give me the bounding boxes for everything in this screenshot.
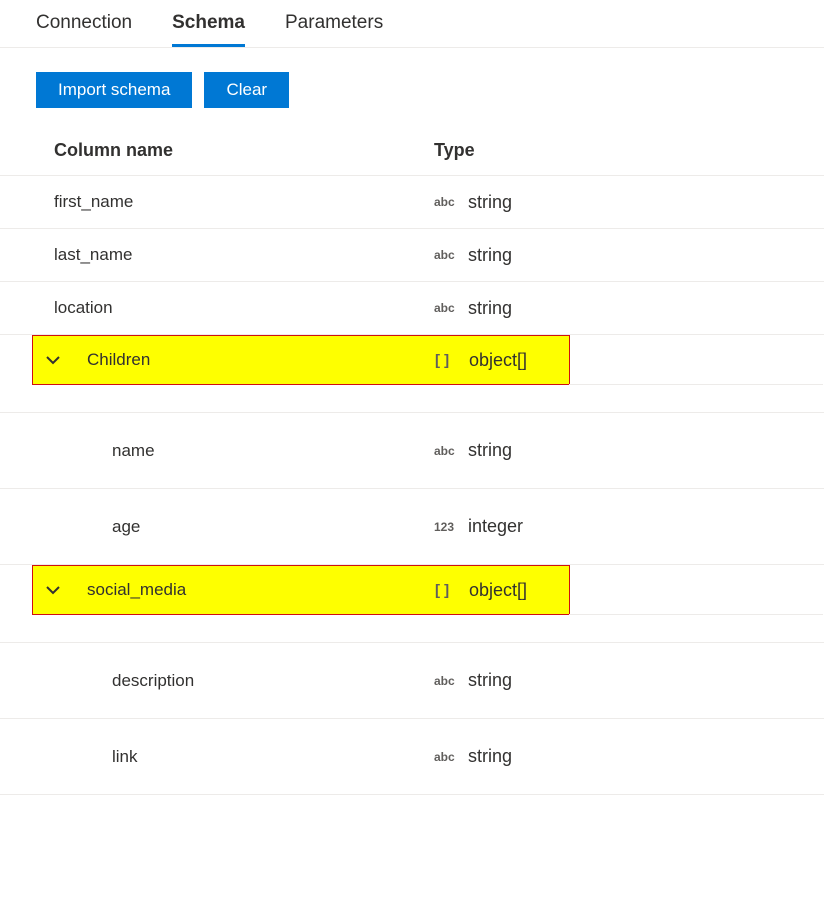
column-type-cell: abc string bbox=[434, 670, 824, 691]
header-type: Type bbox=[434, 140, 824, 161]
schema-toolbar: Import schema Clear bbox=[0, 48, 824, 132]
column-name-cell: age bbox=[54, 517, 434, 537]
type-label: object[] bbox=[469, 350, 527, 371]
number-icon: 123 bbox=[434, 520, 460, 534]
tab-parameters[interactable]: Parameters bbox=[285, 12, 383, 47]
abc-icon: abc bbox=[434, 195, 460, 209]
type-label: object[] bbox=[469, 580, 527, 601]
group-spacer bbox=[0, 385, 824, 413]
table-row[interactable]: name abc string bbox=[0, 413, 824, 489]
import-schema-button[interactable]: Import schema bbox=[36, 72, 192, 108]
type-label: string bbox=[468, 192, 512, 213]
column-name-cell: last_name bbox=[54, 245, 434, 265]
table-row[interactable]: location abc string bbox=[0, 282, 824, 335]
type-label: string bbox=[468, 245, 512, 266]
type-label: string bbox=[468, 440, 512, 461]
tab-schema[interactable]: Schema bbox=[172, 12, 245, 47]
abc-icon: abc bbox=[434, 301, 460, 315]
column-type-cell: abc string bbox=[434, 192, 824, 213]
abc-icon: abc bbox=[434, 444, 460, 458]
clear-button[interactable]: Clear bbox=[204, 72, 289, 108]
column-type-cell: [ ] object[] bbox=[435, 350, 569, 371]
table-row[interactable]: link abc string bbox=[0, 719, 824, 795]
column-name-cell: first_name bbox=[54, 192, 434, 212]
array-icon: [ ] bbox=[435, 582, 461, 599]
column-type-cell: abc string bbox=[434, 746, 824, 767]
abc-icon: abc bbox=[434, 674, 460, 688]
group-spacer bbox=[0, 615, 824, 643]
column-name-cell: description bbox=[54, 671, 434, 691]
column-type-cell: abc string bbox=[434, 245, 824, 266]
column-name-cell: location bbox=[54, 298, 434, 318]
tab-connection[interactable]: Connection bbox=[36, 12, 132, 47]
table-row[interactable]: last_name abc string bbox=[0, 229, 824, 282]
header-column-name: Column name bbox=[54, 140, 434, 161]
type-label: integer bbox=[468, 516, 523, 537]
table-header: Column name Type bbox=[0, 132, 824, 176]
type-label: string bbox=[468, 670, 512, 691]
children-nested-group: name abc string age 123 integer bbox=[0, 413, 824, 565]
table-row[interactable]: age 123 integer bbox=[0, 489, 824, 565]
column-name-cell: name bbox=[54, 441, 434, 461]
tabs-container: Connection Schema Parameters bbox=[0, 0, 824, 48]
column-type-cell: abc string bbox=[434, 298, 824, 319]
column-name-cell: social_media bbox=[73, 580, 435, 600]
abc-icon: abc bbox=[434, 750, 460, 764]
column-type-cell: [ ] object[] bbox=[435, 580, 569, 601]
type-label: string bbox=[468, 298, 512, 319]
table-row[interactable]: description abc string bbox=[0, 643, 824, 719]
column-type-cell: 123 integer bbox=[434, 516, 824, 537]
table-row[interactable]: first_name abc string bbox=[0, 176, 824, 229]
chevron-down-icon[interactable] bbox=[33, 352, 73, 368]
chevron-down-icon[interactable] bbox=[33, 582, 73, 598]
array-icon: [ ] bbox=[435, 352, 461, 369]
column-name-cell: link bbox=[54, 747, 434, 767]
abc-icon: abc bbox=[434, 248, 460, 262]
column-name-cell: Children bbox=[73, 350, 435, 370]
group-row-social-media[interactable]: social_media [ ] object[] bbox=[32, 565, 570, 615]
type-label: string bbox=[468, 746, 512, 767]
group-row-children[interactable]: Children [ ] object[] bbox=[32, 335, 570, 385]
schema-table: Column name Type first_name abc string l… bbox=[0, 132, 824, 795]
column-type-cell: abc string bbox=[434, 440, 824, 461]
social-media-nested-group: description abc string link abc string bbox=[0, 643, 824, 795]
